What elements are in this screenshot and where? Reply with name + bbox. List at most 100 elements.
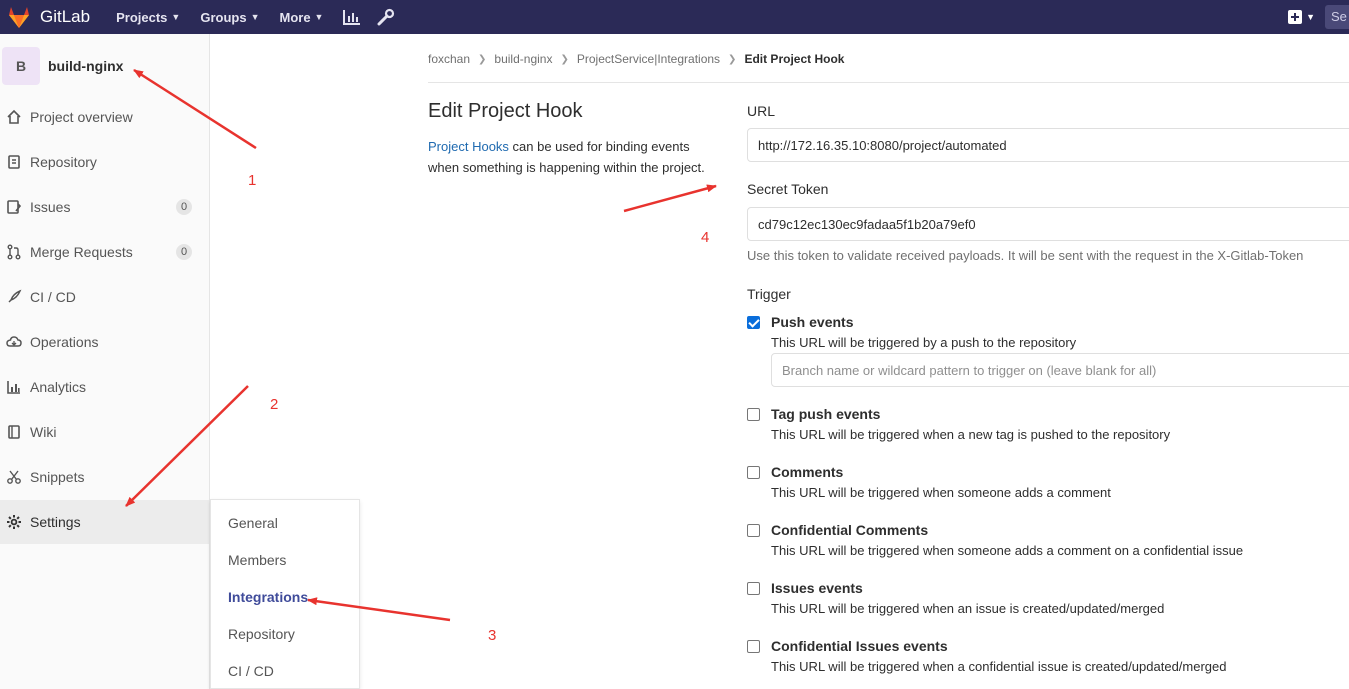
issues-events-checkbox[interactable] — [747, 582, 760, 595]
sidebar-item-project-overview[interactable]: Project overview — [0, 95, 209, 139]
project-avatar: B — [2, 47, 40, 85]
admin-wrench-icon[interactable] — [369, 0, 403, 34]
breadcrumb: foxchan ❯ build-nginx ❯ ProjectService|I… — [428, 52, 844, 66]
annotation-number-1: 1 — [248, 172, 257, 189]
nav-projects-label: Projects — [116, 9, 168, 25]
branch-filter-input[interactable] — [771, 353, 1349, 387]
nav-projects[interactable]: Projects ▼ — [112, 0, 184, 34]
sidebar-item-label: Operations — [30, 334, 99, 350]
flyout-item-ci-cd[interactable]: CI / CD — [228, 663, 274, 679]
secret-token-label: Secret Token — [747, 181, 829, 197]
merge-requests-count-badge: 0 — [176, 244, 192, 260]
project-sidebar: B build-nginx Project overview Repositor… — [0, 34, 210, 689]
trigger-title: Comments — [771, 464, 844, 480]
project-hooks-link[interactable]: Project Hooks — [428, 139, 509, 154]
trigger-desc: This URL will be triggered when an issue… — [771, 601, 1165, 616]
breadcrumb-current[interactable]: Edit Project Hook — [744, 52, 844, 66]
breadcrumb-integrations[interactable]: ProjectService|Integrations — [577, 52, 720, 66]
sidebar-item-label: CI / CD — [30, 289, 76, 305]
confidential-issues-events-checkbox[interactable] — [747, 640, 760, 653]
sidebar-item-merge-requests[interactable]: Merge Requests 0 — [0, 230, 209, 274]
chevron-right-icon: ❯ — [728, 53, 737, 65]
trigger-title: Confidential Issues events — [771, 638, 948, 654]
sidebar-item-issues[interactable]: Issues 0 — [0, 185, 209, 229]
book-icon — [6, 424, 22, 440]
sidebar-item-analytics[interactable]: Analytics — [0, 365, 209, 409]
breadcrumb-namespace[interactable]: foxchan — [428, 52, 470, 66]
activity-chart-icon[interactable] — [335, 0, 369, 34]
tag-push-events-checkbox[interactable] — [747, 408, 760, 421]
gear-icon — [6, 514, 22, 530]
gitlab-logo[interactable]: GitLab — [6, 0, 90, 34]
annotation-number-3: 3 — [488, 627, 497, 644]
chevron-right-icon: ❯ — [560, 53, 569, 65]
sidebar-item-settings[interactable]: Settings — [0, 500, 209, 544]
trigger-title: Confidential Comments — [771, 522, 929, 538]
confidential-comments-checkbox[interactable] — [747, 524, 760, 537]
trigger-label: Trigger — [747, 286, 791, 302]
brand-name: GitLab — [40, 7, 91, 26]
project-header[interactable]: B build-nginx — [0, 34, 209, 98]
chevron-down-icon: ▼ — [1306, 12, 1315, 22]
chevron-down-icon: ▼ — [250, 12, 260, 22]
sidebar-item-repository[interactable]: Repository — [0, 140, 209, 184]
trigger-title: Push events — [771, 314, 854, 330]
nav-more[interactable]: More ▼ — [275, 0, 327, 34]
trigger-desc: This URL will be triggered when a confid… — [771, 659, 1227, 674]
chevron-right-icon: ❯ — [478, 53, 487, 65]
secret-token-input[interactable] — [747, 207, 1349, 241]
annotation-number-4: 4 — [701, 229, 710, 246]
breadcrumb-divider — [428, 82, 1349, 83]
sidebar-item-snippets[interactable]: Snippets — [0, 455, 209, 499]
settings-flyout-menu: General Members Integrations Repository … — [210, 499, 360, 689]
plus-square-icon — [1288, 10, 1303, 24]
flyout-item-repository[interactable]: Repository — [228, 626, 295, 642]
issues-count-badge: 0 — [176, 199, 192, 215]
sidebar-item-operations[interactable]: Operations — [0, 320, 209, 364]
sidebar-item-label: Project overview — [30, 109, 133, 125]
chevron-down-icon: ▼ — [314, 12, 324, 22]
sidebar-item-wiki[interactable]: Wiki — [0, 410, 209, 454]
url-label: URL — [747, 103, 776, 119]
flyout-item-integrations[interactable]: Integrations — [228, 589, 308, 605]
page-title: Edit Project Hook — [428, 100, 583, 122]
sidebar-item-label: Settings — [30, 514, 81, 530]
project-name: build-nginx — [48, 58, 124, 74]
breadcrumb-project[interactable]: build-nginx — [494, 52, 552, 66]
trigger-desc: This URL will be triggered when a new ta… — [771, 427, 1171, 442]
push-events-checkbox[interactable] — [747, 316, 760, 329]
nav-groups[interactable]: Groups ▼ — [196, 0, 263, 34]
nav-more-label: More — [279, 9, 311, 25]
page-description: Project Hooks can be used for binding ev… — [428, 136, 718, 178]
trigger-desc: This URL will be triggered when someone … — [771, 543, 1244, 558]
flyout-item-general[interactable]: General — [228, 515, 278, 531]
url-input[interactable] — [747, 128, 1349, 162]
trigger-desc: This URL will be triggered when someone … — [771, 485, 1111, 500]
annotation-arrow-4 — [623, 184, 717, 213]
trigger-desc: This URL will be triggered by a push to … — [771, 335, 1077, 350]
nav-groups-label: Groups — [200, 9, 247, 25]
trigger-title: Issues events — [771, 580, 863, 596]
comments-checkbox[interactable] — [747, 466, 760, 479]
rocket-icon — [6, 289, 22, 305]
chart-icon — [6, 379, 22, 395]
flyout-item-members[interactable]: Members — [228, 552, 286, 568]
sidebar-item-ci-cd[interactable]: CI / CD — [0, 275, 209, 319]
sidebar-item-label: Wiki — [30, 424, 57, 440]
top-navbar: GitLab Projects ▼ Groups ▼ More ▼ ▼ Se — [0, 0, 1349, 34]
annotation-number-2: 2 — [270, 396, 279, 413]
sidebar-item-label: Issues — [30, 199, 71, 215]
search-input[interactable]: Se — [1325, 5, 1349, 29]
secret-token-help: Use this token to validate received payl… — [747, 248, 1304, 263]
cloud-icon — [6, 334, 22, 350]
gitlab-fox-icon — [9, 7, 29, 28]
merge-request-icon — [6, 244, 22, 260]
home-icon — [6, 109, 22, 125]
doc-icon — [6, 154, 22, 170]
scissors-icon — [6, 469, 22, 485]
chevron-down-icon: ▼ — [171, 12, 181, 22]
sidebar-item-label: Snippets — [30, 469, 85, 485]
new-item-button[interactable]: ▼ — [1278, 0, 1325, 34]
sidebar-item-label: Merge Requests — [30, 244, 133, 260]
issues-icon — [6, 199, 22, 215]
